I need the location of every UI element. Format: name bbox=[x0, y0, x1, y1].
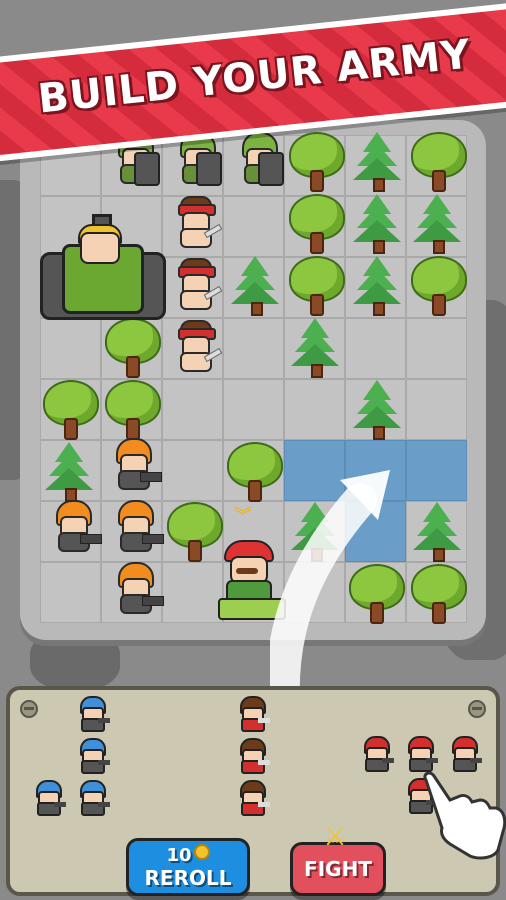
board-cell[interactable] bbox=[223, 196, 284, 257]
tree-icon bbox=[408, 562, 467, 624]
board-cell[interactable] bbox=[162, 440, 223, 501]
board-cell[interactable] bbox=[284, 379, 345, 440]
reroll-cost: 10 bbox=[166, 845, 192, 866]
board-cell[interactable] bbox=[223, 318, 284, 379]
tree-icon bbox=[286, 254, 345, 316]
pine-tree-icon bbox=[408, 500, 466, 562]
gunner-soldier[interactable] bbox=[104, 436, 162, 492]
pine-tree-icon bbox=[226, 254, 284, 316]
knife-soldier[interactable] bbox=[166, 256, 223, 312]
shop-blue-soldier[interactable] bbox=[74, 738, 110, 774]
tree-icon bbox=[408, 254, 467, 316]
gunner-soldier[interactable] bbox=[44, 498, 102, 554]
reroll-label: REROLL bbox=[144, 866, 232, 890]
fight-label: FIGHT bbox=[304, 857, 372, 881]
shop-blue-soldier[interactable] bbox=[74, 780, 110, 816]
pine-tree-icon bbox=[348, 254, 406, 316]
screw-icon bbox=[468, 700, 486, 718]
banner-title: BUILD YOUR ARMY bbox=[35, 31, 474, 123]
shop-blue-soldier[interactable] bbox=[30, 780, 66, 816]
gunner-soldier[interactable] bbox=[106, 498, 164, 554]
tree-icon bbox=[40, 378, 99, 440]
shop-red-soldier[interactable] bbox=[402, 736, 438, 772]
tree-icon bbox=[408, 130, 467, 192]
tree-icon bbox=[102, 378, 161, 440]
shop-knife-soldier[interactable] bbox=[234, 738, 270, 774]
pine-tree-icon bbox=[348, 192, 406, 254]
tree-icon bbox=[286, 192, 345, 254]
game-scene: ︾ BUILD YOUR ARMY 10 REROLL FIGHT ⚔ bbox=[0, 0, 506, 900]
chevron-rank-icon: ︾ bbox=[234, 506, 252, 527]
board-cell[interactable] bbox=[162, 379, 223, 440]
board-cell[interactable] bbox=[223, 379, 284, 440]
shield-soldier[interactable] bbox=[230, 130, 286, 186]
board-cell[interactable] bbox=[40, 562, 101, 623]
shop-knife-soldier[interactable] bbox=[234, 780, 270, 816]
pine-tree-icon bbox=[348, 378, 406, 440]
tree-icon bbox=[102, 316, 161, 378]
knife-soldier[interactable] bbox=[166, 318, 223, 374]
tree-icon bbox=[286, 130, 345, 192]
board-cell[interactable] bbox=[345, 318, 406, 379]
pointing-hand-icon bbox=[423, 771, 506, 860]
knife-soldier[interactable] bbox=[166, 194, 223, 250]
coin-icon bbox=[193, 844, 210, 860]
shop-knife-soldier[interactable] bbox=[234, 696, 270, 732]
crossed-swords-icon: ⚔ bbox=[323, 822, 347, 852]
deploy-zone-cell[interactable] bbox=[406, 440, 467, 501]
gunner-soldier[interactable] bbox=[106, 560, 164, 616]
board-cell[interactable] bbox=[406, 318, 467, 379]
tank-unit[interactable] bbox=[40, 214, 166, 320]
pine-tree-icon bbox=[286, 316, 344, 378]
reroll-button[interactable]: 10 REROLL bbox=[126, 838, 250, 896]
shop-red-soldier[interactable] bbox=[358, 736, 394, 772]
shop-blue-soldier[interactable] bbox=[74, 696, 110, 732]
pine-tree-icon bbox=[40, 440, 98, 502]
shop-red-soldier[interactable] bbox=[446, 736, 482, 772]
pine-tree-icon bbox=[348, 130, 406, 192]
pine-tree-icon bbox=[408, 192, 466, 254]
board-cell[interactable] bbox=[406, 379, 467, 440]
board-cell[interactable] bbox=[40, 318, 101, 379]
screw-icon bbox=[20, 700, 38, 718]
